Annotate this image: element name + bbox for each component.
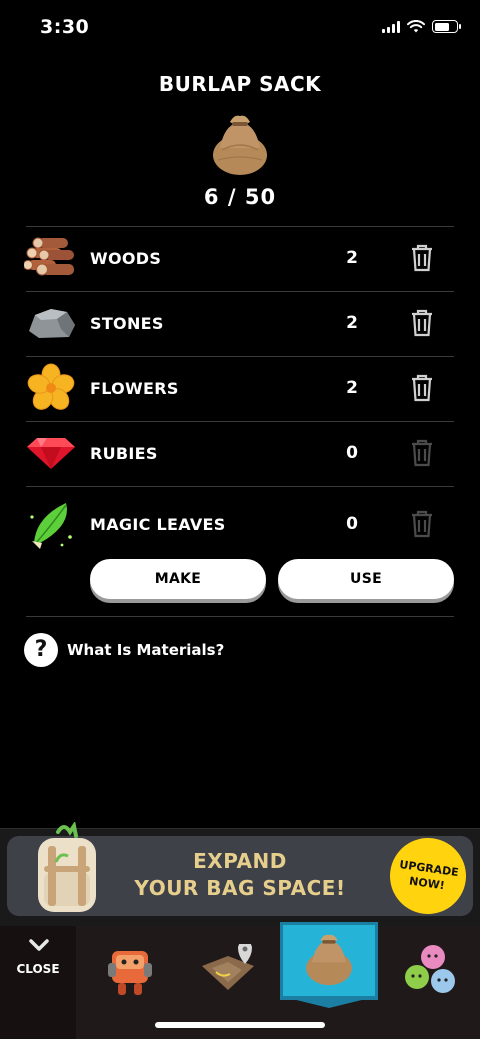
divider bbox=[26, 616, 454, 617]
trash-icon[interactable] bbox=[408, 373, 436, 403]
flower-icon bbox=[24, 363, 78, 413]
material-count: 0 bbox=[346, 514, 358, 534]
battery-icon bbox=[432, 20, 461, 33]
active-tab-indicator bbox=[280, 996, 378, 1008]
character-icon bbox=[108, 951, 152, 995]
material-name: FLOWERS bbox=[90, 378, 179, 398]
status-bar: 3:30 bbox=[0, 0, 480, 56]
material-count: 2 bbox=[346, 248, 358, 268]
trash-icon[interactable] bbox=[408, 243, 436, 273]
magic-leaf-icon bbox=[24, 499, 78, 549]
close-label: CLOSE bbox=[16, 962, 60, 976]
material-count: 2 bbox=[346, 378, 358, 398]
question-icon: ? bbox=[24, 633, 58, 667]
page-title: BURLAP SACK bbox=[158, 72, 322, 96]
material-name: RUBIES bbox=[90, 443, 158, 463]
material-count: 2 bbox=[346, 313, 358, 333]
divider bbox=[26, 486, 454, 487]
friends-icon bbox=[405, 945, 455, 993]
cellular-signal-icon bbox=[382, 20, 400, 33]
material-row-stones: STONES 2 bbox=[24, 291, 456, 355]
burlap-sack-icon bbox=[213, 115, 267, 175]
status-icons bbox=[382, 20, 461, 33]
trash-icon bbox=[408, 509, 436, 539]
help-link[interactable]: ? What Is Materials? bbox=[24, 633, 224, 667]
trash-icon[interactable] bbox=[408, 308, 436, 338]
chevron-down-icon bbox=[29, 939, 49, 951]
banner-text: EXPAND YOUR BAG SPACE! bbox=[130, 848, 350, 902]
banner-line-1: EXPAND bbox=[193, 849, 287, 873]
wifi-icon bbox=[407, 20, 425, 33]
material-name: MAGIC LEAVES bbox=[90, 514, 226, 534]
map-tab[interactable] bbox=[196, 926, 260, 1016]
burlap-sack-icon bbox=[306, 934, 352, 986]
material-count: 0 bbox=[346, 443, 358, 463]
home-indicator bbox=[155, 1022, 325, 1028]
character-tab[interactable] bbox=[96, 926, 164, 1016]
map-icon bbox=[202, 944, 254, 990]
material-name: WOODS bbox=[90, 248, 162, 268]
banner-line-2: YOUR BAG SPACE! bbox=[134, 876, 346, 900]
use-button[interactable]: USE bbox=[278, 559, 454, 599]
make-button[interactable]: MAKE bbox=[90, 559, 266, 599]
stone-icon bbox=[24, 298, 78, 348]
trash-icon bbox=[408, 438, 436, 468]
material-row-rubies: RUBIES 0 bbox=[24, 421, 456, 485]
material-row-woods: WOODS 2 bbox=[24, 226, 456, 290]
friends-tab[interactable] bbox=[396, 926, 466, 1016]
logs-icon bbox=[24, 233, 78, 283]
status-time: 3:30 bbox=[40, 16, 90, 38]
help-label: What Is Materials? bbox=[67, 641, 225, 659]
material-name: STONES bbox=[90, 313, 164, 333]
ruby-icon bbox=[24, 428, 78, 478]
material-row-flowers: FLOWERS 2 bbox=[24, 356, 456, 420]
bag-capacity: 6 / 50 bbox=[203, 185, 277, 209]
backpack-icon bbox=[38, 822, 96, 912]
material-row-magic-leaves: MAGIC LEAVES 0 bbox=[24, 492, 456, 556]
